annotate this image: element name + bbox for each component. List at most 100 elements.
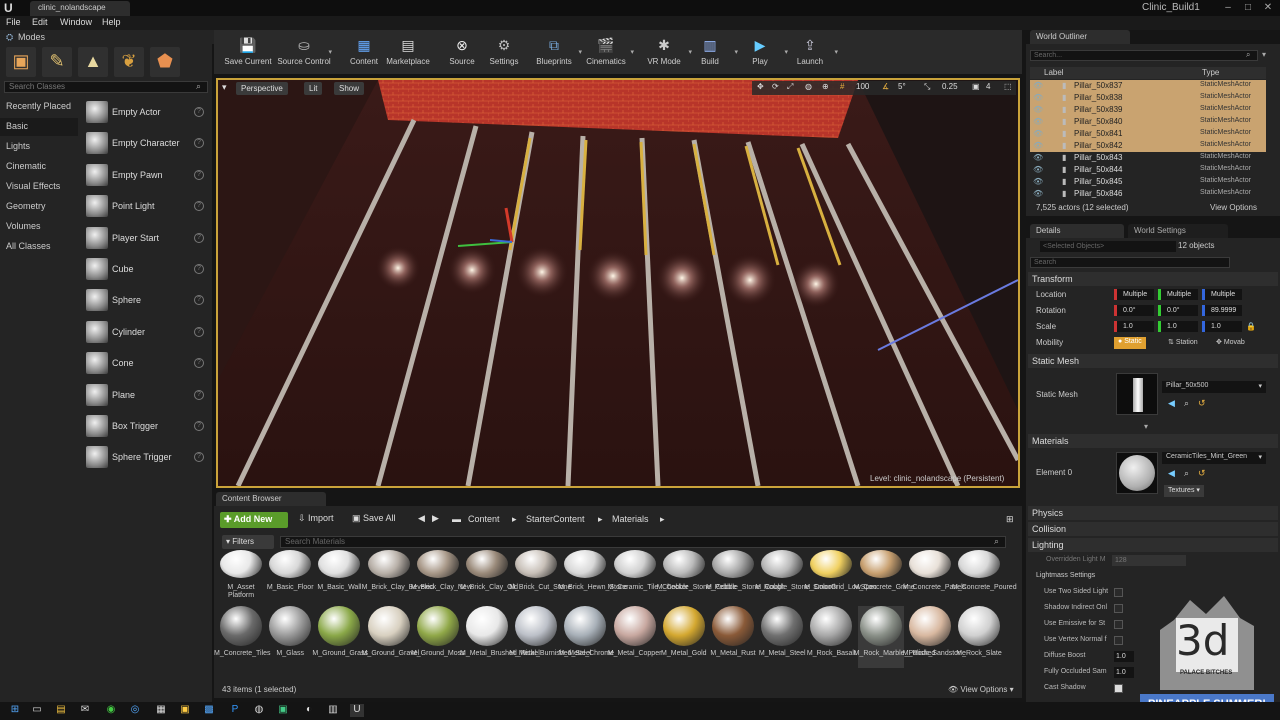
- material-asset[interactable]: M_Ground_Gravel: [362, 606, 419, 668]
- collision-section[interactable]: Collision: [1028, 522, 1278, 536]
- visibility-eye-icon[interactable]: 👁: [1033, 93, 1043, 102]
- mobility-movable[interactable]: ✥ Movab: [1212, 337, 1249, 349]
- visibility-eye-icon[interactable]: 👁: [1033, 81, 1043, 90]
- help-icon[interactable]: ?: [194, 452, 204, 463]
- world-icon[interactable]: ◍: [805, 82, 812, 91]
- location-z[interactable]: Multiple: [1202, 289, 1242, 300]
- lit-button[interactable]: Lit: [304, 82, 323, 95]
- details-tab[interactable]: Details: [1030, 224, 1124, 238]
- material-asset[interactable]: M_Metal_Chrome: [558, 606, 614, 668]
- material-asset[interactable]: M_Metal_Gold: [661, 606, 707, 668]
- reset-icon[interactable]: ↺: [1198, 398, 1206, 409]
- material-asset[interactable]: M_Glass: [267, 606, 313, 668]
- visibility-eye-icon[interactable]: 👁: [1033, 153, 1043, 162]
- fully-occluded-value[interactable]: 1.0: [1114, 667, 1134, 678]
- outliner-row[interactable]: 👁 ▮ Pillar_50x844 StaticMeshActor: [1030, 164, 1266, 176]
- materials-section[interactable]: Materials: [1028, 434, 1278, 448]
- camera-speed-icon[interactable]: ▣: [972, 82, 980, 91]
- unreal-taskbar-icon[interactable]: U: [350, 704, 364, 717]
- class-item-point-light[interactable]: Point Light?: [84, 192, 208, 220]
- material-asset[interactable]: M_Ground_Grass: [312, 606, 368, 668]
- app-icon-1[interactable]: ▦: [154, 704, 168, 717]
- category-volumes[interactable]: Volumes: [6, 221, 41, 231]
- help-icon[interactable]: ?: [194, 389, 204, 400]
- breadcrumb-content[interactable]: Content: [468, 514, 500, 524]
- app-icon-6[interactable]: ◐: [302, 704, 316, 717]
- category-visual-effects[interactable]: Visual Effects: [6, 181, 60, 191]
- help-icon[interactable]: ?: [194, 169, 204, 180]
- class-item-sphere-trigger[interactable]: Sphere Trigger?: [84, 443, 208, 471]
- material-asset[interactable]: M_Metal_Steel: [759, 606, 806, 668]
- help-icon[interactable]: ?: [194, 232, 204, 243]
- visibility-eye-icon[interactable]: 👁: [1033, 129, 1043, 138]
- material-asset[interactable]: M_Metal_Burnished_Steel: [509, 606, 591, 668]
- column-label[interactable]: Label: [1044, 68, 1064, 77]
- outliner-row[interactable]: 👁 ▮ Pillar_50x840 StaticMeshActor: [1030, 116, 1266, 128]
- visibility-eye-icon[interactable]: 👁: [1033, 141, 1043, 150]
- material-asset[interactable]: M_Rock_Sandstone: [903, 606, 966, 668]
- outliner-search-input[interactable]: Search...: [1030, 50, 1258, 61]
- breadcrumb-materials[interactable]: Materials: [612, 514, 649, 524]
- unreal-logo-icon[interactable]: U: [4, 1, 18, 15]
- override-light-value[interactable]: 128: [1112, 555, 1186, 566]
- expand-icon[interactable]: ▾: [1144, 422, 1148, 431]
- help-icon[interactable]: ?: [194, 138, 204, 149]
- rotation-x[interactable]: 0.0°: [1114, 305, 1154, 316]
- browse-arrow-icon[interactable]: ◀: [1168, 468, 1175, 479]
- location-x[interactable]: Multiple: [1114, 289, 1154, 300]
- mobility-static[interactable]: ● Static: [1114, 337, 1146, 349]
- rotation-snap-icon[interactable]: ∡: [882, 82, 889, 91]
- camera-speed-value[interactable]: 4: [986, 82, 990, 91]
- level-tab[interactable]: clinic_nolandscape: [30, 1, 130, 16]
- material-asset[interactable]: M_Ground_Moss: [411, 606, 465, 668]
- material-asset[interactable]: M_Concrete_Tiles: [214, 606, 271, 668]
- menu-file[interactable]: File: [6, 17, 21, 27]
- class-item-cylinder[interactable]: Cylinder?: [84, 318, 208, 346]
- toolbar-marketplace-button[interactable]: ▤ Marketplace: [378, 32, 438, 72]
- material-asset[interactable]: M_Rock_Slate: [956, 606, 1002, 668]
- browser-icon[interactable]: ◎: [128, 704, 142, 717]
- scale-y[interactable]: 1.0: [1158, 321, 1198, 332]
- help-icon[interactable]: ?: [194, 264, 204, 274]
- chevron-down-icon[interactable]: ▾: [834, 48, 838, 56]
- foliage-mode-icon[interactable]: ❦: [114, 47, 144, 77]
- location-y[interactable]: Multiple: [1158, 289, 1198, 300]
- category-cinematic[interactable]: Cinematic: [6, 161, 46, 171]
- visibility-eye-icon[interactable]: 👁: [1033, 189, 1043, 198]
- physics-section[interactable]: Physics: [1028, 506, 1278, 520]
- toolbar-blueprints-button[interactable]: ⧉ Blueprints ▾: [524, 32, 584, 72]
- help-icon[interactable]: ?: [194, 421, 204, 431]
- class-item-player-start[interactable]: Player Start?: [84, 224, 208, 252]
- browse-search-icon[interactable]: ⌕: [1184, 398, 1189, 409]
- lighting-section[interactable]: Lighting: [1028, 538, 1278, 552]
- rotation-snap-value[interactable]: 5°: [898, 82, 906, 91]
- level-viewport[interactable]: [216, 78, 1020, 488]
- close-icon[interactable]: ✕: [1258, 0, 1278, 16]
- app-icon-3[interactable]: ▩: [202, 704, 216, 717]
- checkbox[interactable]: [1114, 636, 1123, 645]
- world-settings-tab[interactable]: World Settings: [1128, 224, 1228, 238]
- surface-snap-icon[interactable]: ⊕: [822, 82, 829, 91]
- scale-z[interactable]: 1.0: [1202, 321, 1242, 332]
- material-thumbnail[interactable]: [1116, 452, 1158, 494]
- chevron-down-icon[interactable]: ▾: [328, 48, 332, 56]
- selected-objects-field[interactable]: <Selected Objects>: [1040, 241, 1176, 252]
- paint-mode-icon[interactable]: ✎: [42, 47, 72, 77]
- toolbar-launch-button[interactable]: ⇪ Launch ▾: [780, 32, 840, 72]
- rotation-z[interactable]: 89.9999: [1202, 305, 1242, 316]
- import-button[interactable]: ⇩ Import: [298, 513, 334, 524]
- diffuse-boost-value[interactable]: 1.0: [1114, 651, 1134, 662]
- help-icon[interactable]: ?: [194, 107, 204, 117]
- geometry-mode-icon[interactable]: ⬟: [150, 47, 180, 77]
- class-item-empty-pawn[interactable]: Empty Pawn?: [84, 161, 208, 189]
- static-mesh-dropdown[interactable]: Pillar_50x500 ▾: [1162, 381, 1266, 393]
- static-mesh-thumbnail[interactable]: [1116, 373, 1158, 415]
- rotation-y[interactable]: 0.0°: [1158, 305, 1198, 316]
- mail-icon[interactable]: ✉: [78, 704, 92, 717]
- help-icon[interactable]: ?: [194, 295, 204, 306]
- photoshop-icon[interactable]: P: [228, 704, 242, 717]
- outliner-row[interactable]: 👁 ▮ Pillar_50x842 StaticMeshActor: [1030, 140, 1266, 152]
- category-basic[interactable]: Basic: [6, 121, 28, 131]
- material-asset[interactable]: M_Metal_Brushed_Nickel: [460, 606, 540, 668]
- scale-x[interactable]: 1.0: [1114, 321, 1154, 332]
